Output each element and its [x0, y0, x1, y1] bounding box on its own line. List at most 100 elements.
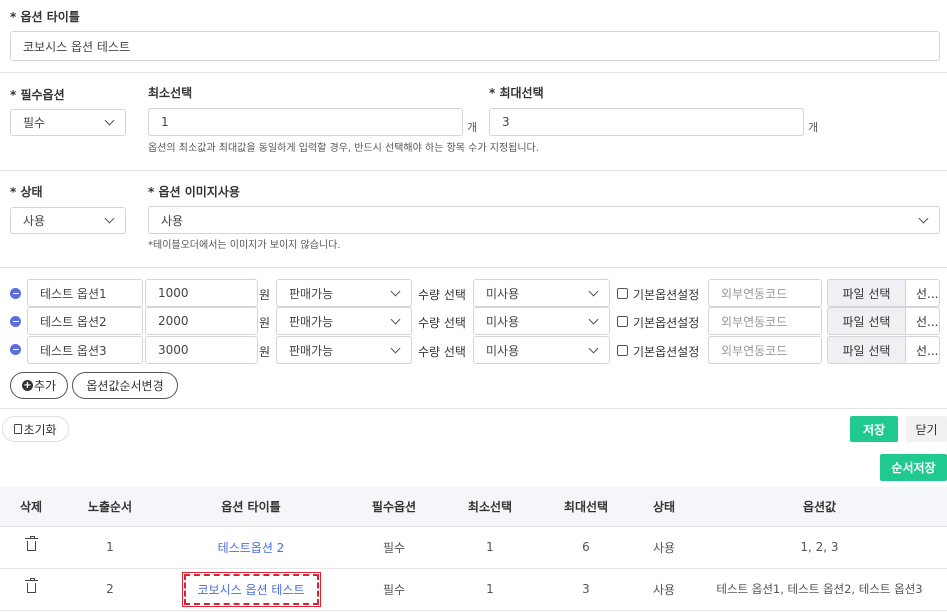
file-name-display: 선...	[906, 279, 940, 307]
option-price-input[interactable]: 3000	[145, 336, 258, 364]
option-name-input[interactable]: 테스트 옵션3	[27, 336, 143, 364]
table-header-row: 삭제 노출순서 옵션 타이틀 필수옵션 최소선택 최대선택 상태 옵션값	[0, 487, 947, 527]
column-header: 노출순서	[62, 487, 158, 527]
chevron-down-icon	[918, 213, 929, 223]
min-select-label: 최소선택	[148, 86, 193, 100]
max-select-input[interactable]: 3	[489, 108, 804, 136]
column-header: 상태	[636, 487, 692, 527]
chevron-down-icon	[104, 213, 115, 224]
chevron-down-icon	[588, 286, 599, 296]
qty-select-value: 미사용	[486, 343, 520, 358]
option-name-input[interactable]: 테스트 옵션2	[27, 307, 143, 335]
default-option-checkbox[interactable]	[617, 288, 628, 299]
min-cell: 1	[444, 526, 536, 569]
external-code-input[interactable]: 외부연동코드	[708, 279, 822, 307]
option-title-link[interactable]: 코보시스 옵션 테스트	[181, 571, 321, 607]
add-option-label: 추가	[33, 379, 57, 393]
max-select-unit: 개	[808, 121, 819, 134]
file-select-button[interactable]: 파일 선택	[827, 307, 906, 335]
column-header: 최소선택	[444, 487, 536, 527]
min-cell: 1	[444, 568, 536, 611]
divider	[0, 170, 947, 171]
default-option-checkbox[interactable]	[617, 345, 628, 356]
option-title-link[interactable]: 테스트옵션 2	[218, 541, 285, 555]
chevron-down-icon	[588, 343, 599, 353]
order-cell: 2	[62, 568, 158, 611]
image-use-select-value: 사용	[161, 213, 184, 228]
option-price-input[interactable]: 1000	[145, 279, 258, 307]
trash-icon[interactable]	[24, 578, 38, 593]
column-header: 삭제	[0, 487, 62, 527]
qty-select-value: 미사용	[486, 286, 520, 301]
status-cell: 사용	[636, 526, 692, 569]
close-button[interactable]: 닫기	[906, 416, 947, 442]
select-hint: 옵션의 최소값과 최대값을 동일하게 입력할 경우, 반드시 선택해야 하는 항…	[148, 143, 539, 154]
max-cell: 3	[536, 568, 636, 611]
currency-label: 원	[259, 345, 271, 359]
qty-label: 수량 선택	[418, 345, 466, 359]
values-cell: 1, 2, 3	[692, 526, 947, 569]
min-select-unit: 개	[467, 121, 478, 134]
table-row: 2 코보시스 옵션 테스트 필수 1 3 사용 테스트 옵션1, 테스트 옵션2…	[0, 568, 947, 611]
qty-select[interactable]: 미사용	[473, 336, 610, 364]
remove-row-icon[interactable]	[10, 344, 21, 355]
max-cell: 6	[536, 526, 636, 569]
reorder-values-button[interactable]: 옵션값순서변경	[72, 372, 178, 399]
qty-select-value: 미사용	[486, 314, 520, 329]
order-save-button[interactable]: 순서저장	[880, 454, 947, 481]
image-use-select[interactable]: 사용	[148, 206, 940, 234]
sale-status-value: 판매가능	[289, 286, 334, 301]
sale-status-select[interactable]: 판매가능	[276, 279, 412, 307]
status-cell: 사용	[636, 568, 692, 611]
qty-label: 수량 선택	[418, 288, 466, 302]
required-select[interactable]: 필수	[10, 109, 126, 136]
chevron-down-icon	[390, 286, 401, 296]
max-select-label: * 최대선택	[489, 86, 544, 100]
options-table: 삭제 노출순서 옵션 타이틀 필수옵션 최소선택 최대선택 상태 옵션값 1 테…	[0, 487, 947, 611]
qty-label: 수량 선택	[418, 316, 466, 330]
trash-icon[interactable]	[24, 536, 38, 551]
document-icon	[14, 424, 23, 434]
remove-row-icon[interactable]	[10, 316, 21, 327]
sale-status-value: 판매가능	[289, 343, 334, 358]
add-option-button[interactable]: + 추가	[10, 372, 68, 399]
values-cell: 테스트 옵션1, 테스트 옵션2, 테스트 옵션3	[692, 568, 947, 611]
table-row: 1 테스트옵션 2 필수 1 6 사용 1, 2, 3	[0, 526, 947, 569]
chevron-down-icon	[588, 314, 599, 324]
default-option-label: 기본옵션설정	[633, 288, 700, 302]
qty-select[interactable]: 미사용	[473, 279, 610, 307]
status-label: * 상태	[10, 185, 43, 199]
default-option-checkbox[interactable]	[617, 316, 628, 327]
qty-select[interactable]: 미사용	[473, 307, 610, 335]
required-cell: 필수	[344, 526, 444, 569]
order-cell: 1	[62, 526, 158, 569]
sale-status-select[interactable]: 판매가능	[276, 307, 412, 335]
file-select-button[interactable]: 파일 선택	[827, 336, 906, 364]
file-name-display: 선...	[906, 307, 940, 335]
option-name-input[interactable]: 테스트 옵션1	[27, 279, 143, 307]
min-select-input[interactable]: 1	[148, 108, 463, 136]
chevron-down-icon	[104, 115, 115, 126]
status-select-value: 사용	[23, 214, 46, 228]
reset-button[interactable]: 초기화	[2, 416, 69, 442]
required-cell: 필수	[344, 568, 444, 611]
file-name-display: 선...	[906, 336, 940, 364]
currency-label: 원	[259, 288, 271, 302]
chevron-down-icon	[390, 314, 401, 324]
divider	[0, 267, 947, 268]
option-title-input[interactable]: 코보시스 옵션 테스트	[10, 31, 940, 61]
chevron-down-icon	[390, 343, 401, 353]
external-code-input[interactable]: 외부연동코드	[708, 307, 822, 335]
reset-label: 초기화	[23, 422, 57, 437]
sale-status-select[interactable]: 판매가능	[276, 336, 412, 364]
image-use-label: * 옵션 이미지사용	[148, 185, 240, 199]
default-option-label: 기본옵션설정	[633, 316, 700, 330]
remove-row-icon[interactable]	[10, 288, 21, 299]
save-button[interactable]: 저장	[850, 416, 898, 442]
option-price-input[interactable]: 2000	[145, 307, 258, 335]
image-use-hint: *테이블오더에서는 이미지가 보이지 않습니다.	[148, 240, 341, 251]
external-code-input[interactable]: 외부연동코드	[708, 336, 822, 364]
file-select-button[interactable]: 파일 선택	[827, 279, 906, 307]
column-header: 옵션값	[692, 487, 947, 527]
status-select[interactable]: 사용	[10, 207, 126, 234]
